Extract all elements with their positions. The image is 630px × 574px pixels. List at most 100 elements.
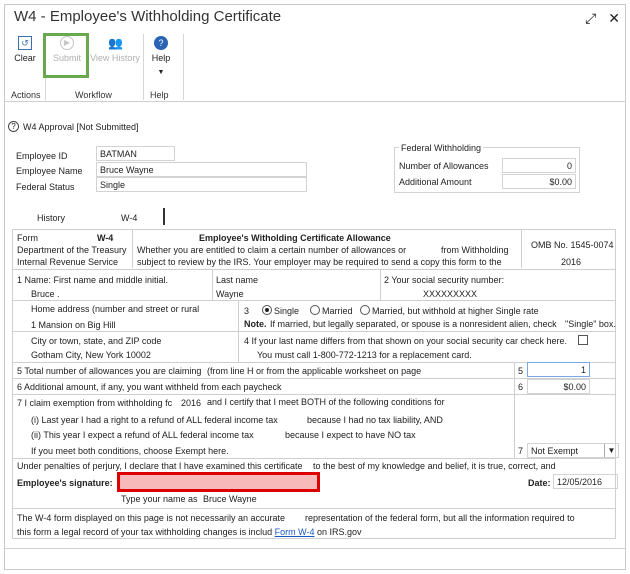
view-history-button[interactable]: 👥 View History [89,36,141,63]
irs-label: Internal Revenue Service [17,257,119,267]
additional-amount-label: Additional Amount [399,177,472,187]
group-label-workflow: Workflow [75,90,112,100]
line7-year: 2016 [181,398,202,408]
footer-text-1a: The W-4 form displayed on this page is n… [17,513,285,523]
name-differs-checkbox[interactable] [578,335,588,345]
date-field[interactable]: 12/05/2016 [553,474,618,489]
note-label: Note. [244,319,267,329]
line7-text-b: and I certify that I meet BOTH of the fo… [207,397,445,407]
status-text: W4 Approval [Not Submitted] [23,121,139,132]
intro-line-2: subject to review by the IRS. Your emplo… [137,257,502,267]
city-value[interactable]: Gotham City, New York 10002 [31,350,151,360]
home-address-value[interactable]: 1 Mansion on Big Hill [31,320,116,330]
divider [13,458,616,459]
tab-indicator [163,208,165,225]
clear-icon: ↺ [18,36,32,50]
status-line: ? W4 Approval [Not Submitted] [8,121,139,132]
line7-ii-a: (ii) This year I expect a refund of ALL … [31,430,254,440]
city-label: City or town, state, and ZIP code [31,336,162,346]
group-label-help: Help [150,90,169,100]
chevron-down-icon[interactable]: ▼ [604,444,618,457]
line7-text-a: 7 I claim exemption from withholding fc [17,398,173,408]
line5-text-a: 5 Total number of allowances you are cla… [17,366,202,376]
line6-text: 6 Additional amount, if any, you want wi… [17,382,282,392]
perjury-text-a: Under penalties of perjury, I declare th… [17,461,303,471]
employee-id-label: Employee ID [16,151,68,161]
signature-field[interactable] [117,472,320,492]
radio-married[interactable]: Married [310,305,353,316]
additional-amount-field[interactable]: $0.00 [502,174,576,189]
line5-number: 5 [518,366,524,376]
single-label: Single [274,306,300,316]
people-icon: 👥 [108,36,123,50]
question-icon[interactable]: ? [8,121,19,132]
note-text: If married, but legally separated, or sp… [270,319,557,329]
chevron-down-icon[interactable]: ▼ [141,69,181,76]
allowances-field[interactable]: 0 [502,158,576,173]
federal-withholding-legend: Federal Withholding [399,143,484,153]
ribbon-toolbar: ↺ Clear ▶ Submit 👥 View History ? Help ▼… [5,32,625,102]
tab-history[interactable]: History [37,213,65,223]
divider [514,362,515,458]
additional-withheld-field[interactable]: $0.00 [527,379,590,394]
exempt-select-value: Not Exempt [531,446,579,456]
signature-label: Employee's signature: [17,478,113,488]
radio-married-higher[interactable]: Married, but withhold at higher Single r… [360,305,539,316]
clear-label: Clear [14,53,36,63]
married-higher-label: Married, but withhold at higher Single r… [372,306,539,316]
divider [380,270,381,300]
form-w4-link[interactable]: Form W-4 [275,527,315,537]
employee-name-label: Employee Name [16,166,83,176]
perjury-text-b: to the best of my knowledge and belief, … [313,461,556,471]
line7-text-c: If you meet both conditions, choose Exem… [31,446,229,456]
line7-i-b: because I had no tax liability, AND [307,415,443,425]
tab-w4[interactable]: W-4 [121,213,137,223]
exempt-select[interactable]: Not Exempt ▼ [527,443,619,458]
group-label-actions: Actions [11,90,41,100]
last-name-label: Last name [216,275,259,285]
home-address-label: Home address (number and street or rural [31,304,200,314]
radio-empty-icon [360,305,370,315]
allowances-claimed-field[interactable]: 1 [527,362,590,377]
first-name-value[interactable]: Bruce . [31,289,60,299]
divider [13,378,616,379]
footer-text-2: this form a legal record of your tax wit… [17,527,362,537]
window-title: W4 - Employee's Withholding Certificate [14,8,282,25]
note-single: "Single" box. [565,319,616,329]
ssn-value[interactable]: XXXXXXXXX [423,289,477,299]
intro-line-1b: from Withholding [441,245,509,255]
footer-text-2b: on IRS.gov [317,527,362,537]
window-controls: ⤢ ✕ [585,10,620,27]
married-label: Married [322,306,353,316]
help-label: Help [151,53,171,63]
intro-line-1: Whether you are entitled to claim a cert… [137,245,407,255]
footer-text-2a: this form a legal record of your tax wit… [17,527,273,537]
divider [212,270,213,300]
form-id: W-4 [97,233,114,243]
line4-text-2: You must call 1-800-772-1213 for a repla… [257,350,472,360]
view-history-label: View History [90,53,140,63]
line3-number: 3 [244,306,250,316]
close-icon[interactable]: ✕ [608,10,620,27]
form-heading: Employee's Witholding Certificate Allowa… [199,233,391,243]
date-label: Date: [528,478,551,488]
clear-button[interactable]: ↺ Clear [5,36,45,63]
expand-icon[interactable]: ⤢ [585,10,596,27]
type-name-value[interactable]: Bruce Wayne [203,494,257,504]
line7-ii-b: because I expect to have NO tax [285,430,416,440]
submit-highlight [43,33,89,78]
divider [13,269,616,270]
last-name-value[interactable]: Wayne [216,289,244,299]
omb-number: OMB No. 1545-0074 [531,240,614,250]
divider [13,362,616,363]
divider [13,300,616,301]
line4-text-1: 4 If your last name differs from that sh… [244,336,567,346]
radio-single[interactable]: Single [262,305,299,316]
employee-id-field[interactable]: BATMAN [96,146,175,161]
ribbon-separator [143,34,144,100]
line7-number: 7 [518,446,524,456]
divider [132,230,133,268]
employee-name-field[interactable]: Bruce Wayne [96,162,307,177]
federal-status-field[interactable]: Single [96,177,307,192]
help-button[interactable]: ? Help ▼ [141,36,181,76]
